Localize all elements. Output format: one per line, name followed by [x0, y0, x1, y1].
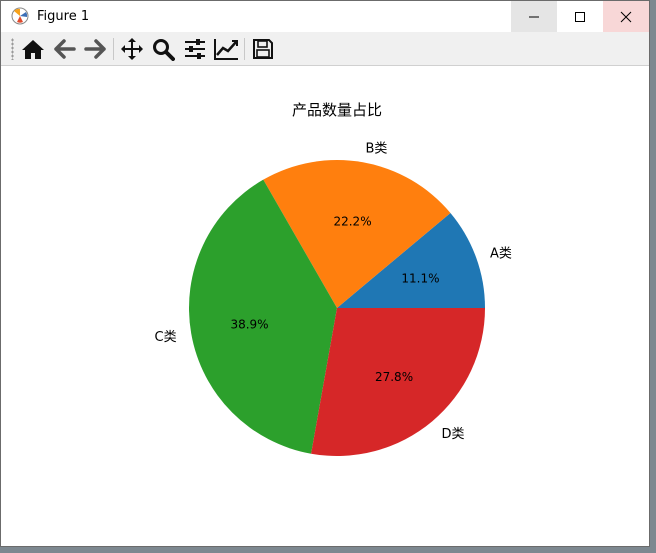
home-button[interactable] — [19, 36, 47, 62]
toolbar-grip[interactable] — [11, 38, 14, 60]
category-label: D类 — [442, 427, 465, 442]
forward-arrow-icon — [84, 39, 106, 59]
minimize-icon — [529, 16, 539, 17]
figure-window: Figure 1 产品数量占比 A类 11.1% B类 22.2% C类 38.… — [0, 0, 650, 547]
pan-button[interactable] — [118, 36, 146, 62]
maximize-icon — [575, 11, 585, 22]
figure-canvas[interactable]: 产品数量占比 A类 11.1% B类 22.2% C类 38.9% D类 27.8% — [9, 66, 649, 546]
category-label: B类 — [365, 142, 387, 157]
back-button[interactable] — [51, 36, 79, 62]
home-icon — [22, 40, 44, 59]
chart-title: 产品数量占比 — [292, 101, 382, 119]
category-label: C类 — [155, 330, 177, 345]
percent-label: 27.8% — [375, 370, 413, 384]
percent-label: 11.1% — [401, 272, 439, 286]
category-label: A类 — [490, 246, 512, 261]
configure-subplots-button[interactable] — [181, 36, 209, 62]
save-button[interactable] — [249, 36, 277, 62]
navigation-toolbar — [1, 32, 649, 66]
percent-label: 38.9% — [230, 317, 268, 331]
edit-axis-icon — [214, 39, 238, 60]
title-bar[interactable]: Figure 1 — [1, 1, 649, 32]
edit-axis-button[interactable] — [212, 36, 240, 62]
toolbar-separator — [113, 38, 114, 60]
back-arrow-icon — [54, 39, 76, 59]
configure-subplots-icon — [185, 39, 205, 59]
window-title: Figure 1 — [37, 9, 90, 24]
matplotlib-app-icon — [11, 7, 29, 25]
forward-button[interactable] — [81, 36, 109, 62]
maximize-button[interactable] — [557, 1, 603, 32]
pie-slices — [189, 160, 485, 456]
pan-icon — [121, 38, 143, 60]
pie-chart: 产品数量占比 A类 11.1% B类 22.2% C类 38.9% D类 27.8% — [155, 101, 512, 456]
close-button[interactable] — [603, 1, 649, 32]
percent-label: 22.2% — [333, 215, 371, 229]
close-icon — [620, 11, 632, 22]
zoom-button[interactable] — [149, 36, 177, 62]
save-icon — [253, 39, 273, 59]
zoom-icon — [153, 39, 175, 61]
minimize-button[interactable] — [511, 1, 557, 32]
toolbar-separator — [244, 38, 245, 60]
